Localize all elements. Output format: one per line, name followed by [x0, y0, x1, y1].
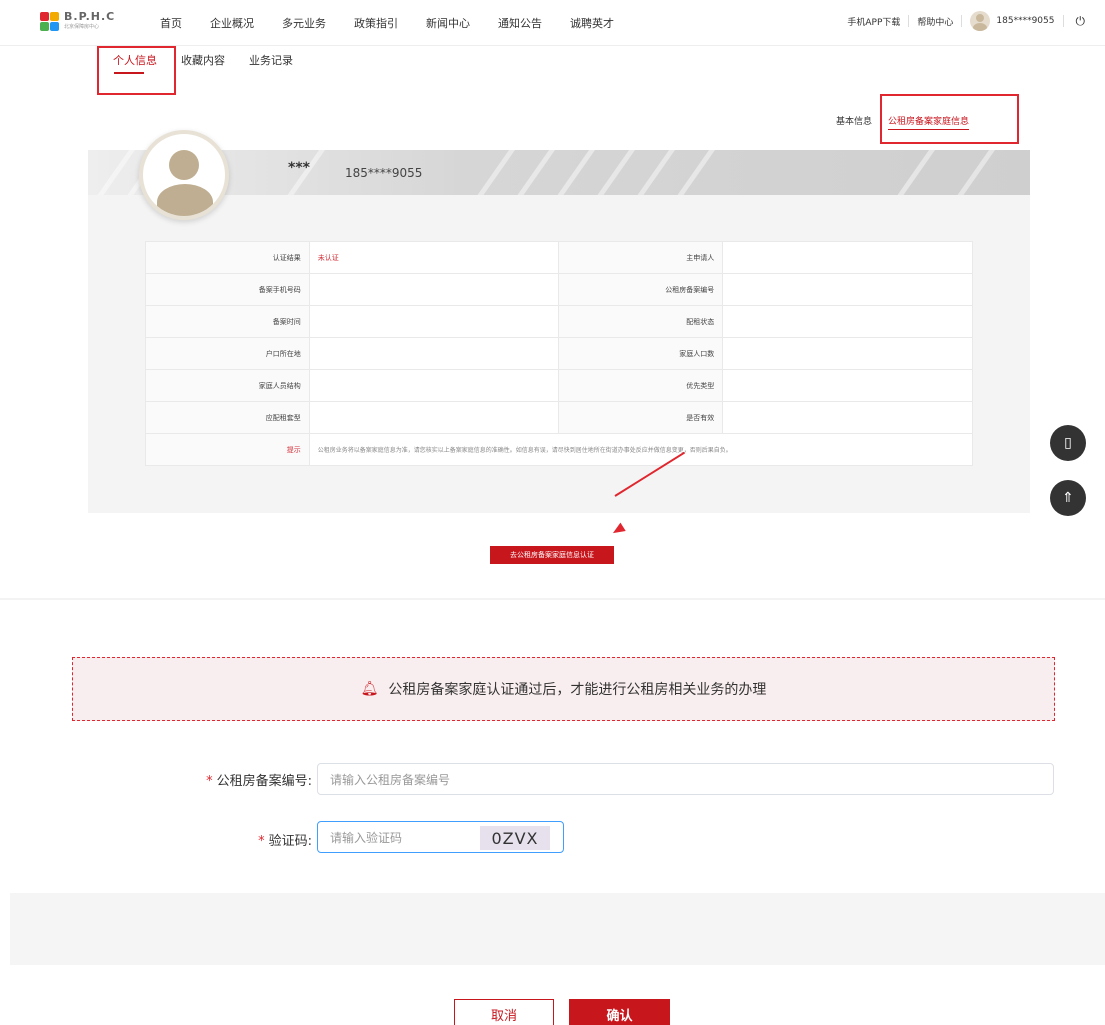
field-value: 未认证: [308, 241, 560, 274]
field-label: 优先类型: [558, 369, 724, 402]
field-value: [722, 305, 973, 338]
power-icon[interactable]: ⏻: [1076, 14, 1086, 29]
captcha-label: * 验证码:: [258, 834, 312, 849]
table-row: 家庭人员结构 优先类型: [145, 369, 973, 402]
rocket-icon[interactable]: ⇑: [1050, 480, 1086, 516]
form-footer-area: [10, 893, 1105, 965]
tab-business-records[interactable]: 业务记录: [249, 52, 293, 68]
tab-favorites[interactable]: 收藏内容: [181, 52, 225, 68]
table-row: 备案手机号码 公租房备案编号: [145, 273, 973, 306]
tip-label: 提示: [145, 433, 310, 466]
menu-item-policy[interactable]: 政策指引: [354, 15, 398, 31]
menu-item-about[interactable]: 企业概况: [210, 15, 254, 31]
field-value: [308, 337, 560, 370]
tip-text: 公租房业务将以备案家庭信息为准，请您核实以上备案家庭信息的准确性。如信息有误，请…: [308, 433, 974, 466]
table-row: 应配租套型 是否有效: [145, 401, 973, 434]
menu-item-notice[interactable]: 通知公告: [498, 15, 542, 31]
field-label: 备案时间: [145, 305, 310, 338]
main-menu: 首页 企业概况 多元业务 政策指引 新闻中心 通知公告 诚聘英才: [160, 15, 642, 31]
confirm-button[interactable]: 确认: [569, 999, 670, 1025]
family-info-table: 认证结果 未认证 主申请人 备案手机号码 公租房备案编号 备案时间 配租状态 户…: [145, 241, 974, 466]
mobile-icon[interactable]: ▯: [1050, 425, 1086, 461]
user-phone[interactable]: 185****9055: [996, 16, 1054, 26]
menu-item-careers[interactable]: 诚聘英才: [570, 15, 614, 31]
field-value: [308, 273, 560, 306]
field-label: 应配租套型: [145, 401, 310, 434]
field-value: [308, 369, 560, 402]
profile-phone: 185****9055: [345, 166, 423, 180]
field-value: [308, 305, 560, 338]
field-value: [722, 337, 973, 370]
logo-icon: [40, 12, 60, 32]
table-row: 提示 公租房业务将以备案家庭信息为准，请您核实以上备案家庭信息的准确性。如信息有…: [145, 433, 974, 466]
section-divider: [0, 598, 1105, 600]
field-label: 备案手机号码: [145, 273, 310, 306]
table-row: 户口所在地 家庭人口数: [145, 337, 973, 370]
table-row: 备案时间 配租状态: [145, 305, 973, 338]
help-center-link[interactable]: 帮助中心: [917, 15, 953, 28]
tab-basic-info[interactable]: 基本信息: [836, 114, 872, 130]
field-value: [722, 401, 973, 434]
menu-item-business[interactable]: 多元业务: [282, 15, 326, 31]
field-value: [308, 401, 560, 434]
top-right-tools: 手机APP下载 帮助中心 185****9055 ⏻: [847, 11, 1085, 31]
page: B.P.H.C 北京保障房中心 首页 企业概况 多元业务 政策指引 新闻中心 通…: [0, 0, 1105, 1025]
annotation-box: [97, 46, 176, 95]
field-label: 公租房备案编号: [558, 273, 724, 306]
field-value: [722, 273, 973, 306]
table-row: 认证结果 未认证 主申请人: [145, 241, 973, 274]
field-label: 认证结果: [145, 241, 310, 274]
menu-item-home[interactable]: 首页: [160, 15, 182, 31]
annotation-box: [880, 94, 1019, 144]
cancel-button[interactable]: 取消: [454, 999, 554, 1025]
menu-item-news[interactable]: 新闻中心: [426, 15, 470, 31]
field-value: [722, 241, 973, 274]
profile-name: ***: [288, 160, 310, 176]
divider: [961, 15, 963, 27]
captcha-image[interactable]: 0ZVX: [480, 826, 550, 850]
notice-banner: 🔔︎ 公租房备案家庭认证通过后，才能进行公租房相关业务的办理: [72, 657, 1055, 721]
field-label: 家庭人口数: [558, 337, 724, 370]
app-download-link[interactable]: 手机APP下载: [847, 15, 900, 28]
field-label: 主申请人: [558, 241, 724, 274]
record-number-input[interactable]: 请输入公租房备案编号: [317, 763, 1054, 795]
field-label: 家庭人员结构: [145, 369, 310, 402]
profile-banner: [88, 150, 1030, 195]
field-label: 户口所在地: [145, 337, 310, 370]
divider: [1062, 15, 1064, 27]
top-nav: B.P.H.C 北京保障房中心 首页 企业概况 多元业务 政策指引 新闻中心 通…: [0, 0, 1105, 46]
avatar[interactable]: [970, 11, 991, 31]
record-number-label: * 公租房备案编号:: [206, 774, 312, 789]
field-label: 配租状态: [558, 305, 724, 338]
field-label: 是否有效: [558, 401, 724, 434]
divider: [908, 15, 910, 27]
logo[interactable]: B.P.H.C 北京保障房中心: [40, 10, 116, 32]
notice-text: 公租房备案家庭认证通过后，才能进行公租房相关业务的办理: [388, 682, 767, 698]
avatar: [139, 130, 229, 220]
field-value: [722, 369, 973, 402]
annotation-arrow-head: [610, 522, 626, 538]
logo-text: B.P.H.C 北京保障房中心: [64, 10, 116, 30]
bell-icon: 🔔︎: [360, 681, 379, 697]
verify-family-info-button[interactable]: 去公租房备案家庭信息认证: [490, 546, 614, 564]
